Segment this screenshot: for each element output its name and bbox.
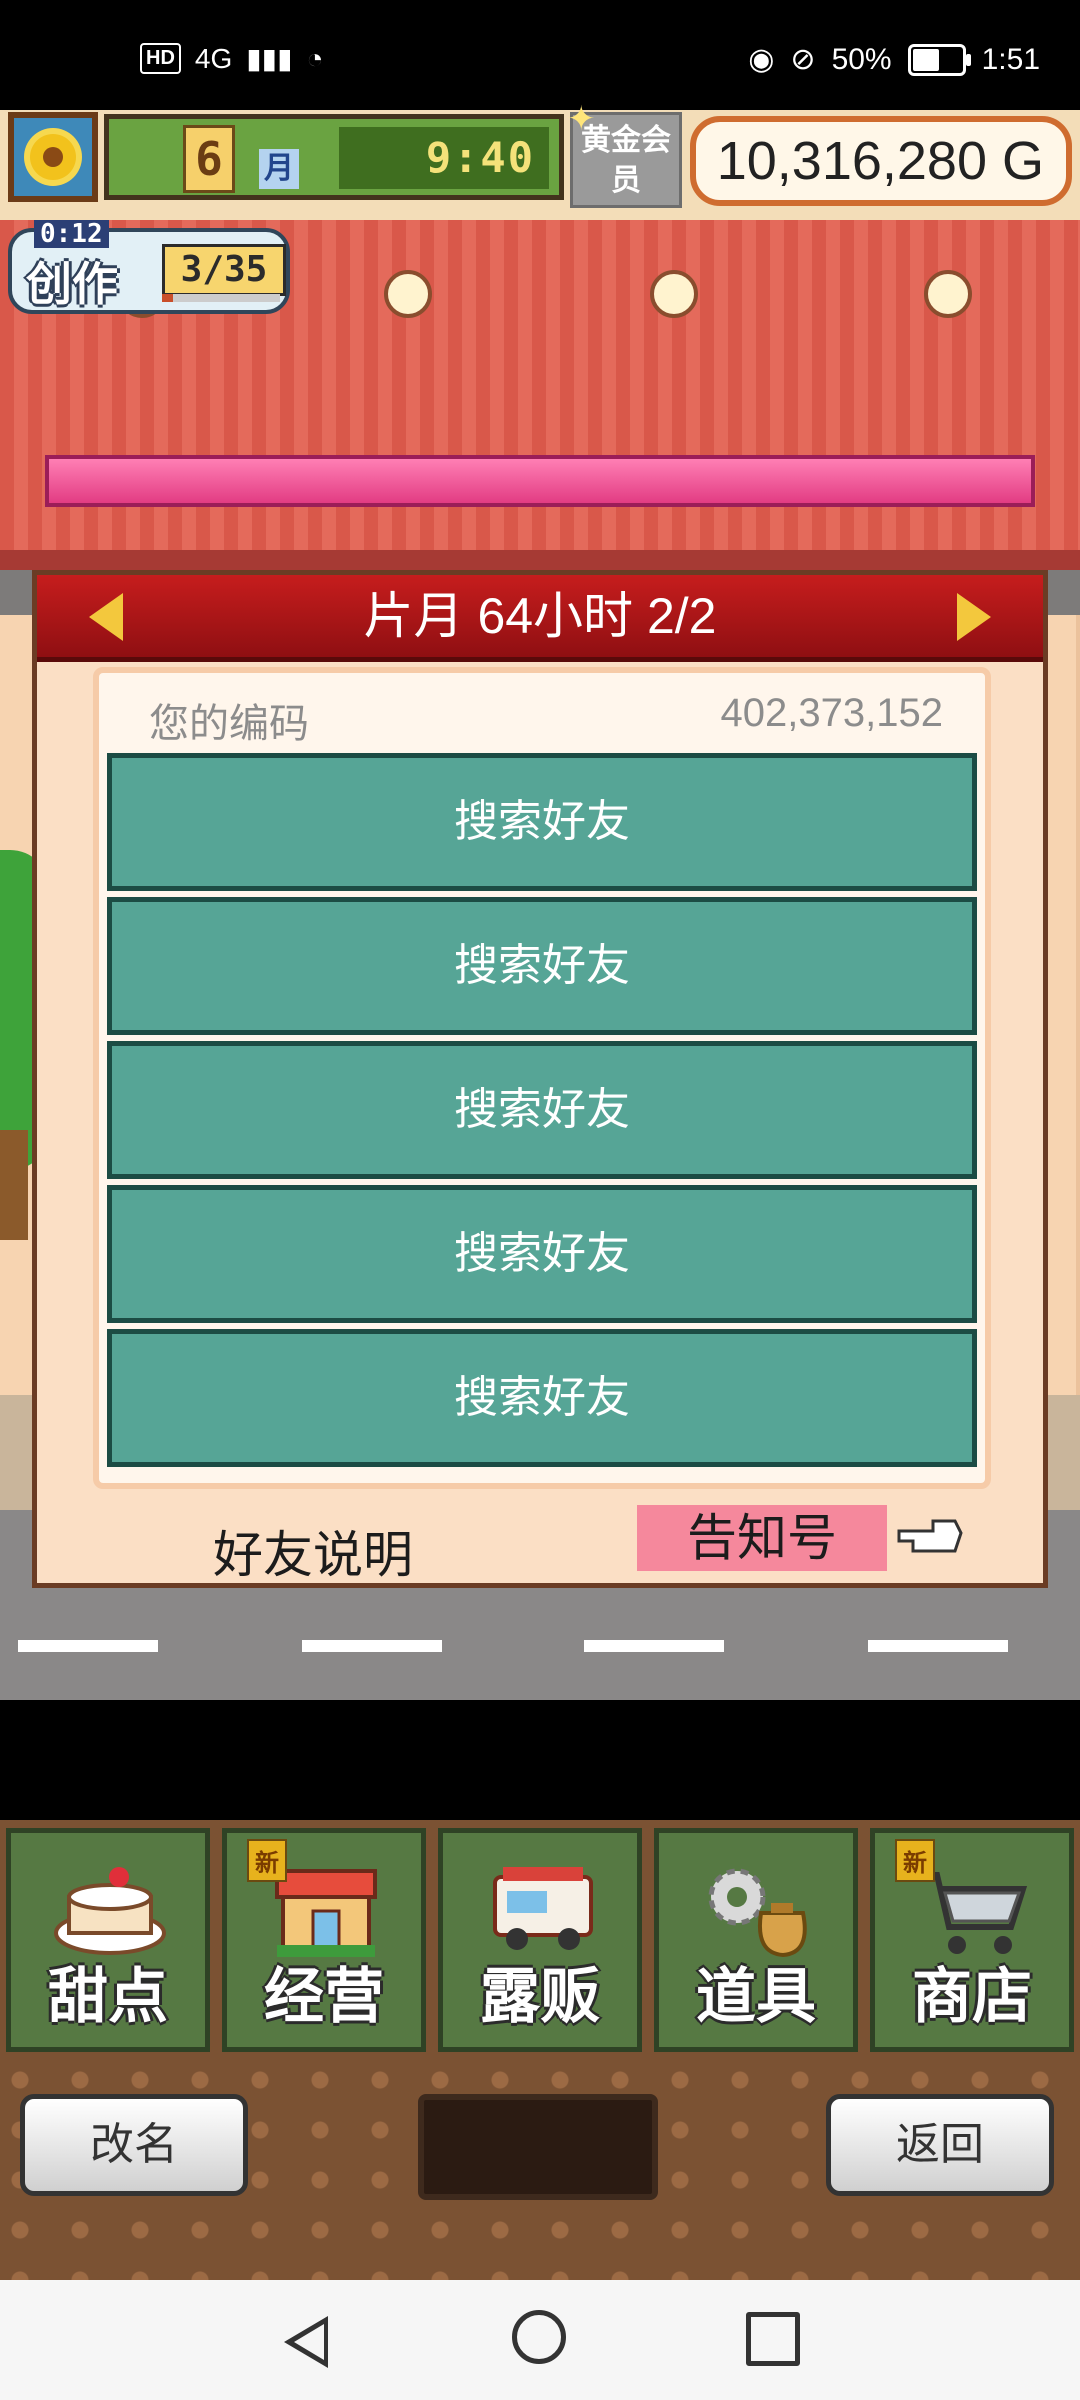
money-display: 10,316,280 G <box>690 116 1072 206</box>
create-progress-fill <box>162 294 173 302</box>
back-button[interactable]: 返回 <box>826 2094 1054 2196</box>
search-friend-button[interactable]: 搜索好友 <box>107 1185 977 1323</box>
date-time-bar: 6 月 9:40 <box>104 114 564 200</box>
roof-lamp <box>924 270 972 318</box>
rename-button[interactable]: 改名 <box>20 2094 248 2196</box>
lane-marking <box>868 1640 1008 1652</box>
search-friend-button[interactable]: 搜索好友 <box>107 897 977 1035</box>
shop-awning <box>45 455 1035 507</box>
month-label: 月 <box>259 149 299 189</box>
menu-item-stall[interactable]: 露贩 <box>438 1828 642 2052</box>
create-label: 创作 <box>26 257 118 311</box>
menu-label: 经营 <box>264 1962 384 2032</box>
new-badge: 新 <box>247 1839 287 1882</box>
tree-trunk <box>0 1130 28 1240</box>
create-progress-bar <box>162 294 280 302</box>
status-right: ◉ ⊘ 50% 1:51 <box>748 42 1040 77</box>
menu-item-items[interactable]: 道具 <box>654 1828 858 2052</box>
status-bar: HD 4G ▮▮▮ ◔ ◉ ⊘ 50% 1:51 <box>0 0 1080 110</box>
clock: 1:51 <box>981 42 1040 76</box>
menu-label: 甜点 <box>48 1962 168 2032</box>
letterbox-band <box>0 1700 1080 1820</box>
network-label: 4G <box>194 42 233 74</box>
menu-item-manage[interactable]: 新 经营 <box>222 1828 426 2052</box>
dialog-header: 片月 64小时 2/2 <box>37 575 1043 662</box>
menu-label: 露贩 <box>480 1962 600 2032</box>
battery-icon <box>907 43 971 76</box>
gold-member-badge[interactable]: ✦ 黄金会员 <box>567 99 682 208</box>
lane-marking <box>18 1640 158 1652</box>
code-value: 402,373,152 <box>720 691 943 735</box>
roof-lamp <box>384 270 432 318</box>
nav-home-icon[interactable] <box>512 2310 566 2364</box>
next-page-arrow-icon[interactable] <box>957 593 991 641</box>
pointing-hand-icon <box>897 1519 963 1553</box>
lane-marking <box>302 1640 442 1652</box>
month-number: 6 <box>183 125 235 193</box>
search-friend-button[interactable]: 搜索好友 <box>107 1041 977 1179</box>
search-friend-button[interactable]: 搜索好友 <box>107 753 977 891</box>
hd-icon: HD <box>140 43 181 74</box>
create-count: 3/35 <box>162 244 286 296</box>
star-icon: ✦ <box>567 99 596 139</box>
game-time: 9:40 <box>339 127 549 189</box>
notice-number-button[interactable]: 告知号 <box>637 1505 887 1571</box>
nav-back-icon[interactable] <box>284 2316 328 2368</box>
wifi-icon: ◔ <box>306 42 324 74</box>
friend-dialog: 片月 64小时 2/2 您的编码 402,373,152 搜索好友 搜索好友 搜… <box>32 570 1048 1588</box>
new-badge: 新 <box>895 1839 935 1882</box>
roof-edge <box>0 550 1080 570</box>
my-code-row: 您的编码 402,373,152 <box>99 673 985 753</box>
status-left: HD 4G ▮▮▮ ◔ <box>140 42 323 75</box>
create-timer: 0:12 <box>34 220 109 248</box>
lane-marking <box>584 1640 724 1652</box>
footer-center-slot <box>418 2094 658 2200</box>
menu-label: 商店 <box>912 1962 1032 2032</box>
bell-muted-icon: ⊘ <box>790 43 816 76</box>
battery-fill <box>912 48 939 71</box>
roof-lamp <box>650 270 698 318</box>
search-friend-button[interactable]: 搜索好友 <box>107 1329 977 1467</box>
menu-item-store[interactable]: 新 商店 <box>870 1828 1074 2052</box>
season-sunflower-icon[interactable] <box>8 112 98 202</box>
dialog-title: 片月 64小时 2/2 <box>363 588 717 644</box>
bottom-menu: 甜点 新 经营 露贩 道具 新 商店 <box>0 1820 1080 2060</box>
battery-percent: 50% <box>831 42 892 76</box>
menu-label: 道具 <box>696 1962 816 2032</box>
create-panel[interactable]: 0:12 创作 3/35 <box>8 220 290 314</box>
code-label: 您的编码 <box>149 702 309 746</box>
nav-recents-icon[interactable] <box>746 2312 800 2366</box>
menu-item-dessert[interactable]: 甜点 <box>6 1828 210 2052</box>
eye-icon: ◉ <box>748 43 775 76</box>
signal-icon: ▮▮▮ <box>246 43 293 74</box>
friend-description-link[interactable]: 好友说明 <box>213 1515 413 1587</box>
friend-list-panel: 您的编码 402,373,152 搜索好友 搜索好友 搜索好友 搜索好友 搜索好… <box>93 667 991 1489</box>
